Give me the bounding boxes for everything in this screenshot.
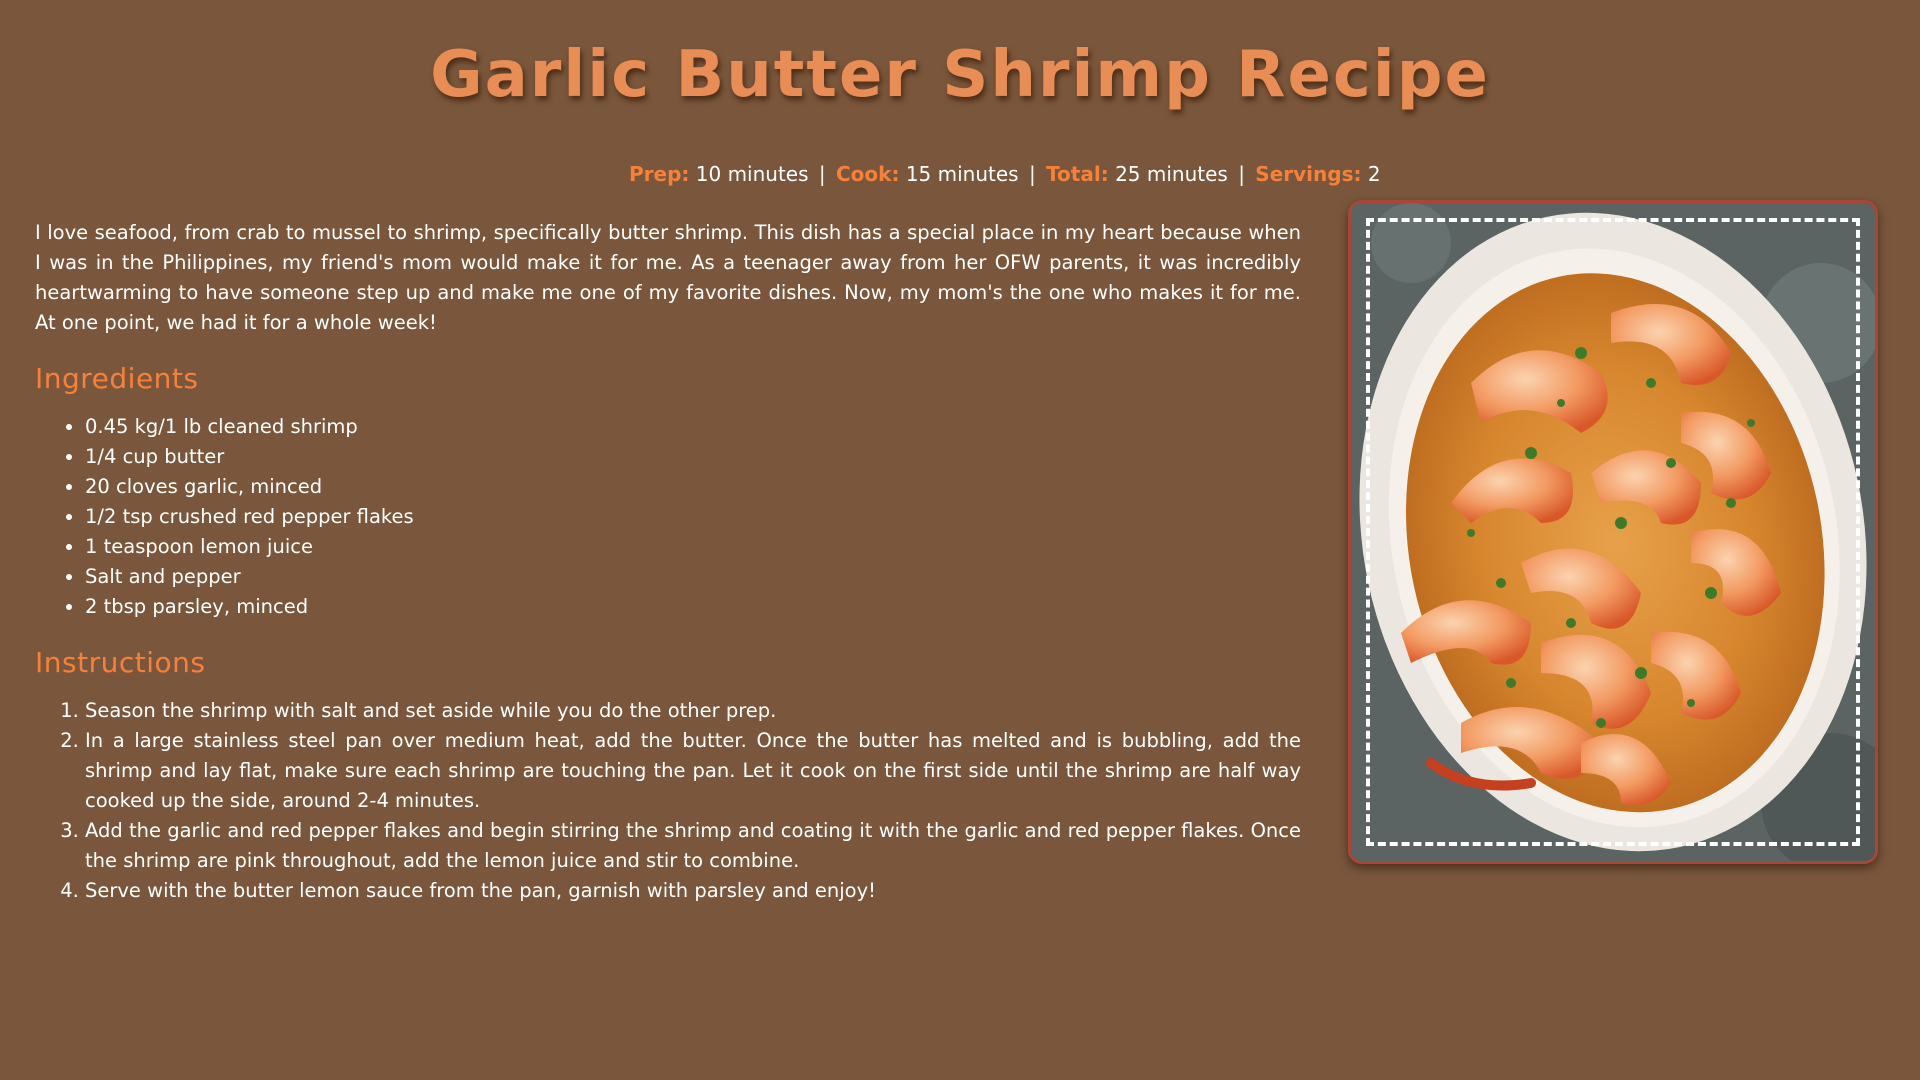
meta-separator: | (818, 162, 826, 186)
total-label: Total: (1046, 162, 1109, 186)
ingredient-item: 2 tbsp parsley, minced (85, 592, 1301, 622)
meta-separator: | (1028, 162, 1036, 186)
total-value: 25 minutes (1115, 162, 1228, 186)
cook-label: Cook: (836, 162, 900, 186)
page-title: Garlic Butter Shrimp Recipe (430, 38, 1490, 112)
servings-label: Servings: (1255, 162, 1362, 186)
servings-value: 2 (1367, 162, 1381, 186)
ingredient-item: Salt and pepper (85, 562, 1301, 592)
recipe-meta-line: Prep: 10 minutes | Cook: 15 minutes | To… (629, 162, 1381, 186)
ingredient-item: 1/4 cup butter (85, 442, 1301, 472)
ingredient-item: 0.45 kg/1 lb cleaned shrimp (85, 412, 1301, 442)
instructions-list: Season the shrimp with salt and set asid… (35, 696, 1301, 906)
recipe-photo (1348, 200, 1878, 864)
instruction-step: Serve with the butter lemon sauce from t… (85, 876, 1301, 906)
shrimp-dish-illustration (1351, 203, 1875, 861)
cook-value: 15 minutes (905, 162, 1019, 186)
ingredients-heading: Ingredients (35, 362, 199, 395)
prep-value: 10 minutes (695, 162, 809, 186)
meta-separator: | (1238, 162, 1245, 186)
instructions-heading: Instructions (35, 646, 206, 679)
intro-paragraph: I love seafood, from crab to mussel to s… (35, 221, 1301, 334)
instruction-step: Season the shrimp with salt and set asid… (85, 696, 1301, 726)
ingredient-item: 20 cloves garlic, minced (85, 472, 1301, 502)
ingredients-list: 0.45 kg/1 lb cleaned shrimp 1/4 cup butt… (35, 412, 1301, 622)
recipe-content: I love seafood, from crab to mussel to s… (35, 218, 1301, 906)
instruction-step: In a large stainless steel pan over medi… (85, 726, 1301, 816)
instruction-step: Add the garlic and red pepper flakes and… (85, 816, 1301, 876)
ingredient-item: 1 teaspoon lemon juice (85, 532, 1301, 562)
ingredient-item: 1/2 tsp crushed red pepper flakes (85, 502, 1301, 532)
prep-label: Prep: (629, 162, 690, 186)
